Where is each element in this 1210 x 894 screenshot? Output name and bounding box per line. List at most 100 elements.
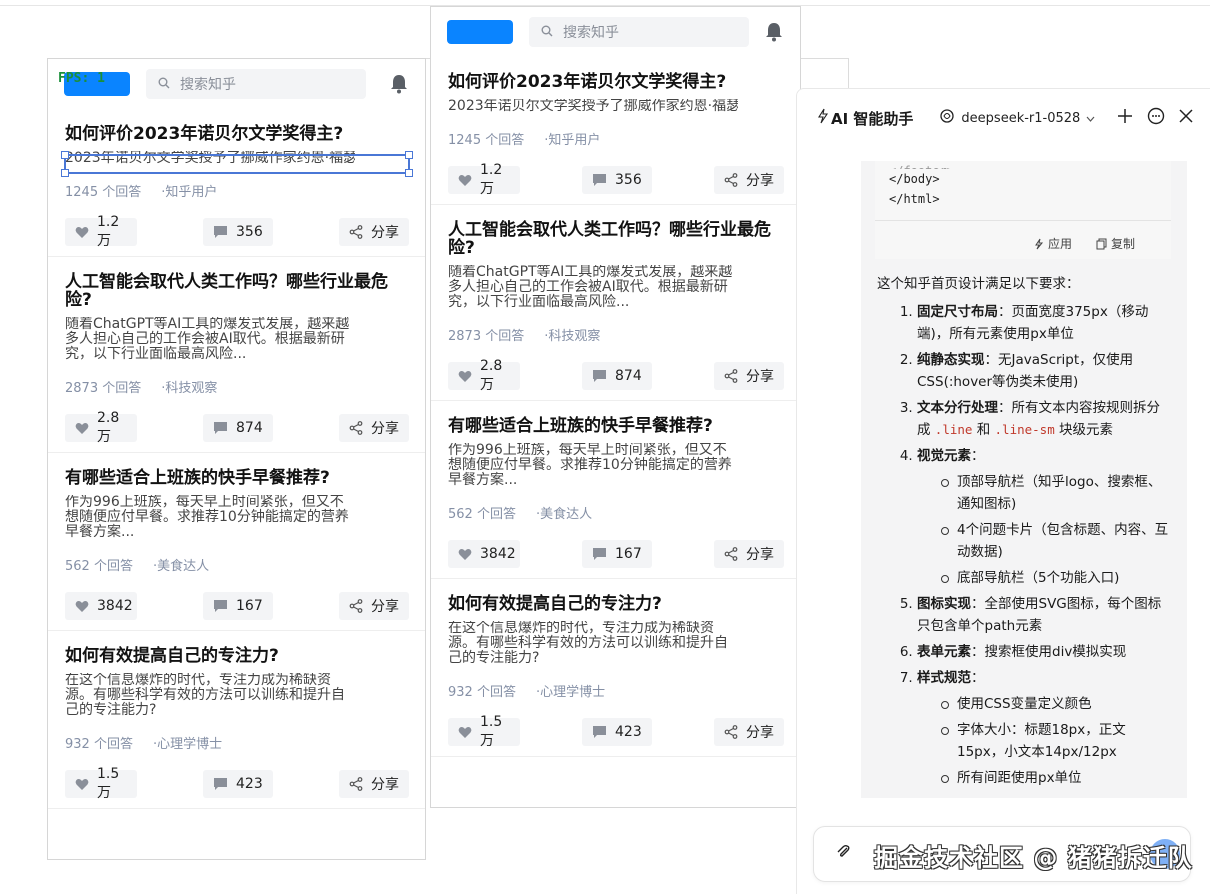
share-icon bbox=[349, 777, 363, 791]
action-row: 1.5万 423 分享 bbox=[448, 714, 784, 749]
comment-icon bbox=[213, 777, 228, 791]
answer-count: 932 个回答 bbox=[448, 685, 516, 700]
share-button[interactable]: 分享 bbox=[339, 218, 409, 246]
question-card[interactable]: 如何有效提高自己的专注力? 在这个信息爆炸的时代，专注力成为稀缺资源。有哪些科学… bbox=[431, 579, 800, 757]
requirement-item: 表单元素：搜索框使用div模拟实现 bbox=[917, 641, 1171, 663]
model-selector[interactable]: deepseek-r1-0528 bbox=[939, 108, 1095, 128]
question-card[interactable]: 人工智能会取代人类工作吗？哪些行业最危险? 随着ChatGPT等AI工具的爆发式… bbox=[431, 205, 800, 401]
question-title[interactable]: 如何有效提高自己的专注力? bbox=[65, 647, 409, 665]
author-name[interactable]: ·科技观察 bbox=[544, 325, 600, 344]
question-card[interactable]: 人工智能会取代人类工作吗？哪些行业最危险? 随着ChatGPT等AI工具的爆发式… bbox=[48, 257, 425, 453]
share-label: 分享 bbox=[371, 599, 399, 615]
question-excerpt: 作为996上班族，每天早上时间紧张，但又不想随便应付早餐。求推荐10分钟能搞定的… bbox=[448, 443, 732, 488]
share-button[interactable]: 分享 bbox=[714, 166, 784, 194]
share-label: 分享 bbox=[371, 421, 399, 437]
comment-button[interactable]: 356 bbox=[203, 218, 273, 246]
like-button[interactable]: 1.2万 bbox=[448, 162, 520, 197]
like-count: 1.2万 bbox=[480, 162, 503, 197]
like-button[interactable]: 3842 bbox=[448, 540, 520, 568]
comment-count: 874 bbox=[236, 420, 263, 436]
comment-count: 167 bbox=[236, 598, 263, 614]
author-name[interactable]: ·科技观察 bbox=[161, 377, 217, 396]
like-button[interactable]: 1.5万 bbox=[448, 714, 520, 749]
question-title[interactable]: 有哪些适合上班族的快手早餐推荐? bbox=[65, 469, 409, 487]
search-input[interactable]: 搜索知乎 bbox=[529, 17, 749, 47]
model-name: deepseek-r1-0528 bbox=[961, 110, 1081, 126]
share-icon bbox=[349, 225, 363, 239]
logo[interactable] bbox=[447, 20, 513, 44]
question-card[interactable]: 有哪些适合上班族的快手早餐推荐? 作为996上班族，每天早上时间紧张，但又不想随… bbox=[431, 401, 800, 579]
comment-button[interactable]: 167 bbox=[203, 592, 273, 620]
question-excerpt: 在这个信息爆炸的时代，专注力成为稀缺资源。有哪些科学有效的方法可以训练和提升自己… bbox=[65, 673, 345, 718]
action-row: 1.2万 356 分享 bbox=[448, 162, 784, 197]
bolt-icon bbox=[817, 108, 829, 128]
question-excerpt: 随着ChatGPT等AI工具的爆发式发展，越来越多人担心自己的工作会被AI取代。… bbox=[448, 265, 733, 310]
comment-icon bbox=[592, 369, 607, 383]
answer-count: 1245 个回答 bbox=[65, 185, 142, 200]
apply-button[interactable]: 应用 bbox=[1034, 229, 1072, 259]
share-button[interactable]: 分享 bbox=[714, 718, 784, 746]
question-title[interactable]: 如何评价2023年诺贝尔文学奖得主? bbox=[448, 73, 784, 91]
copy-button[interactable]: 复制 bbox=[1096, 229, 1135, 259]
bell-icon[interactable] bbox=[764, 22, 784, 42]
author-name[interactable]: ·美食达人 bbox=[153, 555, 209, 574]
search-input[interactable]: 搜索知乎 bbox=[146, 69, 366, 99]
comment-button[interactable]: 874 bbox=[203, 414, 273, 442]
comment-button[interactable]: 423 bbox=[203, 770, 273, 798]
attachment-icon[interactable] bbox=[836, 844, 852, 864]
answer-count: 1245 个回答 bbox=[448, 133, 525, 148]
question-card[interactable]: 如何有效提高自己的专注力? 在这个信息爆炸的时代，专注力成为稀缺资源。有哪些科学… bbox=[48, 631, 425, 809]
heart-icon bbox=[458, 548, 472, 561]
share-button[interactable]: 分享 bbox=[714, 540, 784, 568]
author-name[interactable]: ·知乎用户 bbox=[544, 129, 600, 148]
close-icon[interactable] bbox=[1179, 109, 1193, 127]
requirement-subitem: 底部导航栏（5个功能入口) bbox=[941, 567, 1171, 589]
question-title[interactable]: 人工智能会取代人类工作吗？哪些行业最危险? bbox=[65, 273, 409, 309]
comment-icon bbox=[592, 547, 607, 561]
author-name[interactable]: ·心理学博士 bbox=[536, 681, 605, 700]
like-button[interactable]: 2.8万 bbox=[448, 358, 520, 393]
like-button[interactable]: 3842 bbox=[65, 592, 137, 620]
question-title[interactable]: 如何有效提高自己的专注力? bbox=[448, 595, 784, 613]
comment-button[interactable]: 356 bbox=[582, 166, 652, 194]
share-label: 分享 bbox=[371, 777, 399, 793]
like-count: 3842 bbox=[97, 598, 133, 614]
question-title[interactable]: 人工智能会取代人类工作吗？哪些行业最危险? bbox=[448, 221, 784, 257]
like-button[interactable]: 1.2万 bbox=[65, 214, 137, 249]
question-title[interactable]: 如何评价2023年诺贝尔文学奖得主? bbox=[65, 125, 409, 143]
search-icon bbox=[158, 77, 170, 92]
share-label: 分享 bbox=[746, 547, 774, 563]
share-button[interactable]: 分享 bbox=[339, 770, 409, 798]
author-name[interactable]: ·心理学博士 bbox=[153, 733, 222, 752]
plus-icon[interactable] bbox=[1117, 108, 1133, 128]
share-button[interactable]: 分享 bbox=[339, 592, 409, 620]
like-button[interactable]: 2.8万 bbox=[65, 410, 137, 445]
answer-count: 2873 个回答 bbox=[65, 381, 142, 396]
comment-button[interactable]: 167 bbox=[582, 540, 652, 568]
share-icon bbox=[349, 599, 363, 613]
question-card[interactable]: 如何评价2023年诺贝尔文学奖得主? 2023年诺贝尔文学奖授予了挪威作家约恩·… bbox=[48, 109, 425, 257]
question-title[interactable]: 有哪些适合上班族的快手早餐推荐? bbox=[448, 417, 784, 435]
comment-count: 356 bbox=[615, 172, 642, 188]
share-button[interactable]: 分享 bbox=[339, 414, 409, 442]
comment-icon bbox=[213, 599, 228, 613]
comment-count: 356 bbox=[236, 224, 263, 240]
share-button[interactable]: 分享 bbox=[714, 362, 784, 390]
chat-history-icon[interactable] bbox=[1147, 107, 1165, 129]
share-icon bbox=[724, 173, 738, 187]
header: FPS: 1 搜索知乎 bbox=[48, 59, 425, 109]
author-name[interactable]: ·知乎用户 bbox=[161, 181, 217, 200]
requirement-item: 样式规范：使用CSS变量定义颜色字体大小：标题18px，正文15px，小文本14… bbox=[917, 667, 1171, 789]
question-card[interactable]: 如何评价2023年诺贝尔文学奖得主? 2023年诺贝尔文学奖授予了挪威作家约恩·… bbox=[431, 57, 800, 205]
chevron-down-icon bbox=[1086, 111, 1095, 126]
author-name[interactable]: ·美食达人 bbox=[536, 503, 592, 522]
requirement-subitem: 4个问题卡片（包含标题、内容、互动数据) bbox=[941, 519, 1171, 563]
ai-message: </footer> </body> </html> 应用 复制 这个知乎首页设计… bbox=[861, 161, 1187, 798]
comment-button[interactable]: 874 bbox=[582, 362, 652, 390]
search-icon bbox=[541, 25, 553, 40]
comment-button[interactable]: 423 bbox=[582, 718, 652, 746]
answer-count: 562 个回答 bbox=[448, 507, 516, 522]
like-button[interactable]: 1.5万 bbox=[65, 766, 137, 801]
question-card[interactable]: 有哪些适合上班族的快手早餐推荐? 作为996上班族，每天早上时间紧张，但又不想随… bbox=[48, 453, 425, 631]
bell-icon[interactable] bbox=[389, 74, 409, 94]
